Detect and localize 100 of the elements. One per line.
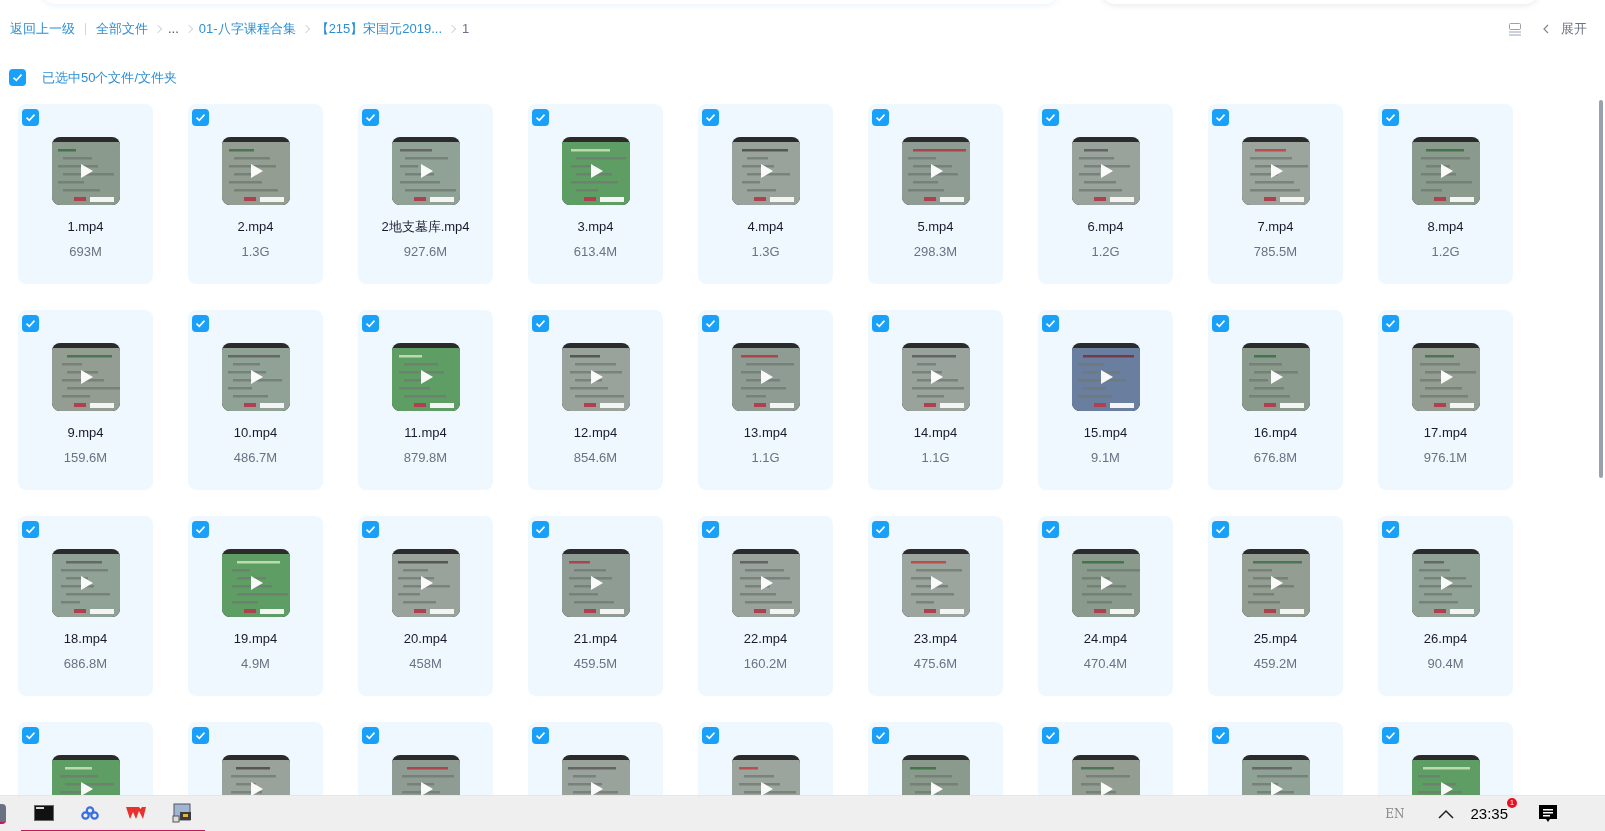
checkbox[interactable] (1212, 521, 1229, 538)
play-icon[interactable] (589, 575, 604, 591)
checkbox[interactable] (192, 315, 209, 332)
file-card[interactable]: 26.mp4 90.4M (1378, 516, 1513, 696)
back-link[interactable]: 返回上一级 (10, 19, 75, 39)
play-icon[interactable] (1269, 369, 1284, 385)
play-icon[interactable] (1099, 369, 1114, 385)
play-icon[interactable] (249, 369, 264, 385)
play-icon[interactable] (759, 163, 774, 179)
checkbox[interactable] (702, 315, 719, 332)
file-card[interactable]: 15.mp4 9.1M (1038, 310, 1173, 490)
checkbox[interactable] (532, 521, 549, 538)
play-icon[interactable] (1439, 163, 1454, 179)
checkbox[interactable] (702, 727, 719, 744)
play-icon[interactable] (1269, 575, 1284, 591)
file-card[interactable]: 8.mp4 1.2G (1378, 104, 1513, 284)
play-icon[interactable] (929, 163, 944, 179)
window-lock-icon[interactable] (172, 802, 192, 823)
play-icon[interactable] (759, 369, 774, 385)
file-card[interactable]: 7.mp4 785.5M (1208, 104, 1343, 284)
file-card[interactable]: 16.mp4 676.8M (1208, 310, 1343, 490)
play-icon[interactable] (1099, 575, 1114, 591)
play-icon[interactable] (419, 575, 434, 591)
checkbox[interactable] (22, 727, 39, 744)
file-card[interactable]: 23.mp4 475.6M (868, 516, 1003, 696)
play-icon[interactable] (79, 163, 94, 179)
play-icon[interactable] (419, 369, 434, 385)
checkbox[interactable] (872, 315, 889, 332)
checkbox[interactable] (362, 727, 379, 744)
file-card[interactable]: 11.mp4 879.8M (358, 310, 493, 490)
checkbox[interactable] (1042, 315, 1059, 332)
terminal-icon[interactable] (34, 804, 54, 821)
checkbox[interactable] (22, 109, 39, 126)
file-card[interactable]: 19.mp4 4.9M (188, 516, 323, 696)
checkbox[interactable] (22, 521, 39, 538)
checkbox[interactable] (192, 727, 209, 744)
play-icon[interactable] (759, 575, 774, 591)
file-card[interactable]: 22.mp4 160.2M (698, 516, 833, 696)
checkbox[interactable] (702, 521, 719, 538)
play-icon[interactable] (1439, 575, 1454, 591)
clock[interactable]: 23:35 (1470, 804, 1508, 822)
checkbox[interactable] (702, 109, 719, 126)
checkbox[interactable] (362, 109, 379, 126)
checkbox[interactable] (362, 315, 379, 332)
play-icon[interactable] (589, 369, 604, 385)
app-icon[interactable] (0, 803, 6, 824)
file-card[interactable]: 24.mp4 470.4M (1038, 516, 1173, 696)
play-icon[interactable] (929, 575, 944, 591)
scrollbar[interactable] (1599, 100, 1603, 478)
checkbox[interactable] (1212, 109, 1229, 126)
cloud-icon[interactable] (81, 805, 99, 820)
checkbox[interactable] (532, 109, 549, 126)
play-icon[interactable] (1439, 369, 1454, 385)
file-card[interactable]: 12.mp4 854.6M (528, 310, 663, 490)
caret-up-icon[interactable] (1438, 808, 1455, 819)
file-card[interactable]: 6.mp4 1.2G (1038, 104, 1173, 284)
file-card[interactable]: 10.mp4 486.7M (188, 310, 323, 490)
current-folder[interactable]: 1 (462, 19, 470, 39)
play-icon[interactable] (79, 369, 94, 385)
play-icon[interactable] (249, 163, 264, 179)
expand-button[interactable]: 展开 (1542, 19, 1587, 39)
file-card[interactable]: 4.mp4 1.3G (698, 104, 833, 284)
checkbox[interactable] (192, 109, 209, 126)
file-card[interactable]: 9.mp4 159.6M (18, 310, 153, 490)
notification-icon[interactable] (1538, 803, 1558, 824)
panel-icon[interactable] (1508, 21, 1522, 36)
file-card[interactable]: 13.mp4 1.1G (698, 310, 833, 490)
file-card[interactable]: 21.mp4 459.5M (528, 516, 663, 696)
checkbox[interactable] (1042, 109, 1059, 126)
file-card[interactable]: 1.mp4 693M (18, 104, 153, 284)
checkbox[interactable] (1382, 315, 1399, 332)
file-card[interactable]: 5.mp4 298.3M (868, 104, 1003, 284)
wps-icon[interactable] (126, 805, 146, 820)
checkbox[interactable] (1212, 315, 1229, 332)
breadcrumb-link[interactable]: 【215】宋国元2019... (315, 19, 443, 39)
checkbox[interactable] (1382, 109, 1399, 126)
file-card[interactable]: 18.mp4 686.8M (18, 516, 153, 696)
file-card[interactable]: 3.mp4 613.4M (528, 104, 663, 284)
checkbox[interactable] (1042, 727, 1059, 744)
play-icon[interactable] (589, 163, 604, 179)
checkbox[interactable] (362, 521, 379, 538)
checkbox[interactable] (1382, 727, 1399, 744)
checkbox[interactable] (872, 727, 889, 744)
checkbox[interactable] (1042, 521, 1059, 538)
play-icon[interactable] (929, 369, 944, 385)
file-card[interactable]: 25.mp4 459.2M (1208, 516, 1343, 696)
checkbox[interactable] (192, 521, 209, 538)
file-card[interactable]: 20.mp4 458M (358, 516, 493, 696)
play-icon[interactable] (79, 575, 94, 591)
file-card[interactable]: 2地支墓库.mp4 927.6M (358, 104, 493, 284)
checkbox[interactable] (1212, 727, 1229, 744)
checkbox[interactable] (532, 315, 549, 332)
file-card[interactable]: 17.mp4 976.1M (1378, 310, 1513, 490)
breadcrumb-link[interactable]: 全部文件 (96, 19, 148, 39)
more-link[interactable]: ... (168, 19, 179, 39)
play-icon[interactable] (419, 163, 434, 179)
file-card[interactable]: 2.mp4 1.3G (188, 104, 323, 284)
play-icon[interactable] (1269, 163, 1284, 179)
checkbox[interactable] (532, 727, 549, 744)
checkbox[interactable] (1382, 521, 1399, 538)
